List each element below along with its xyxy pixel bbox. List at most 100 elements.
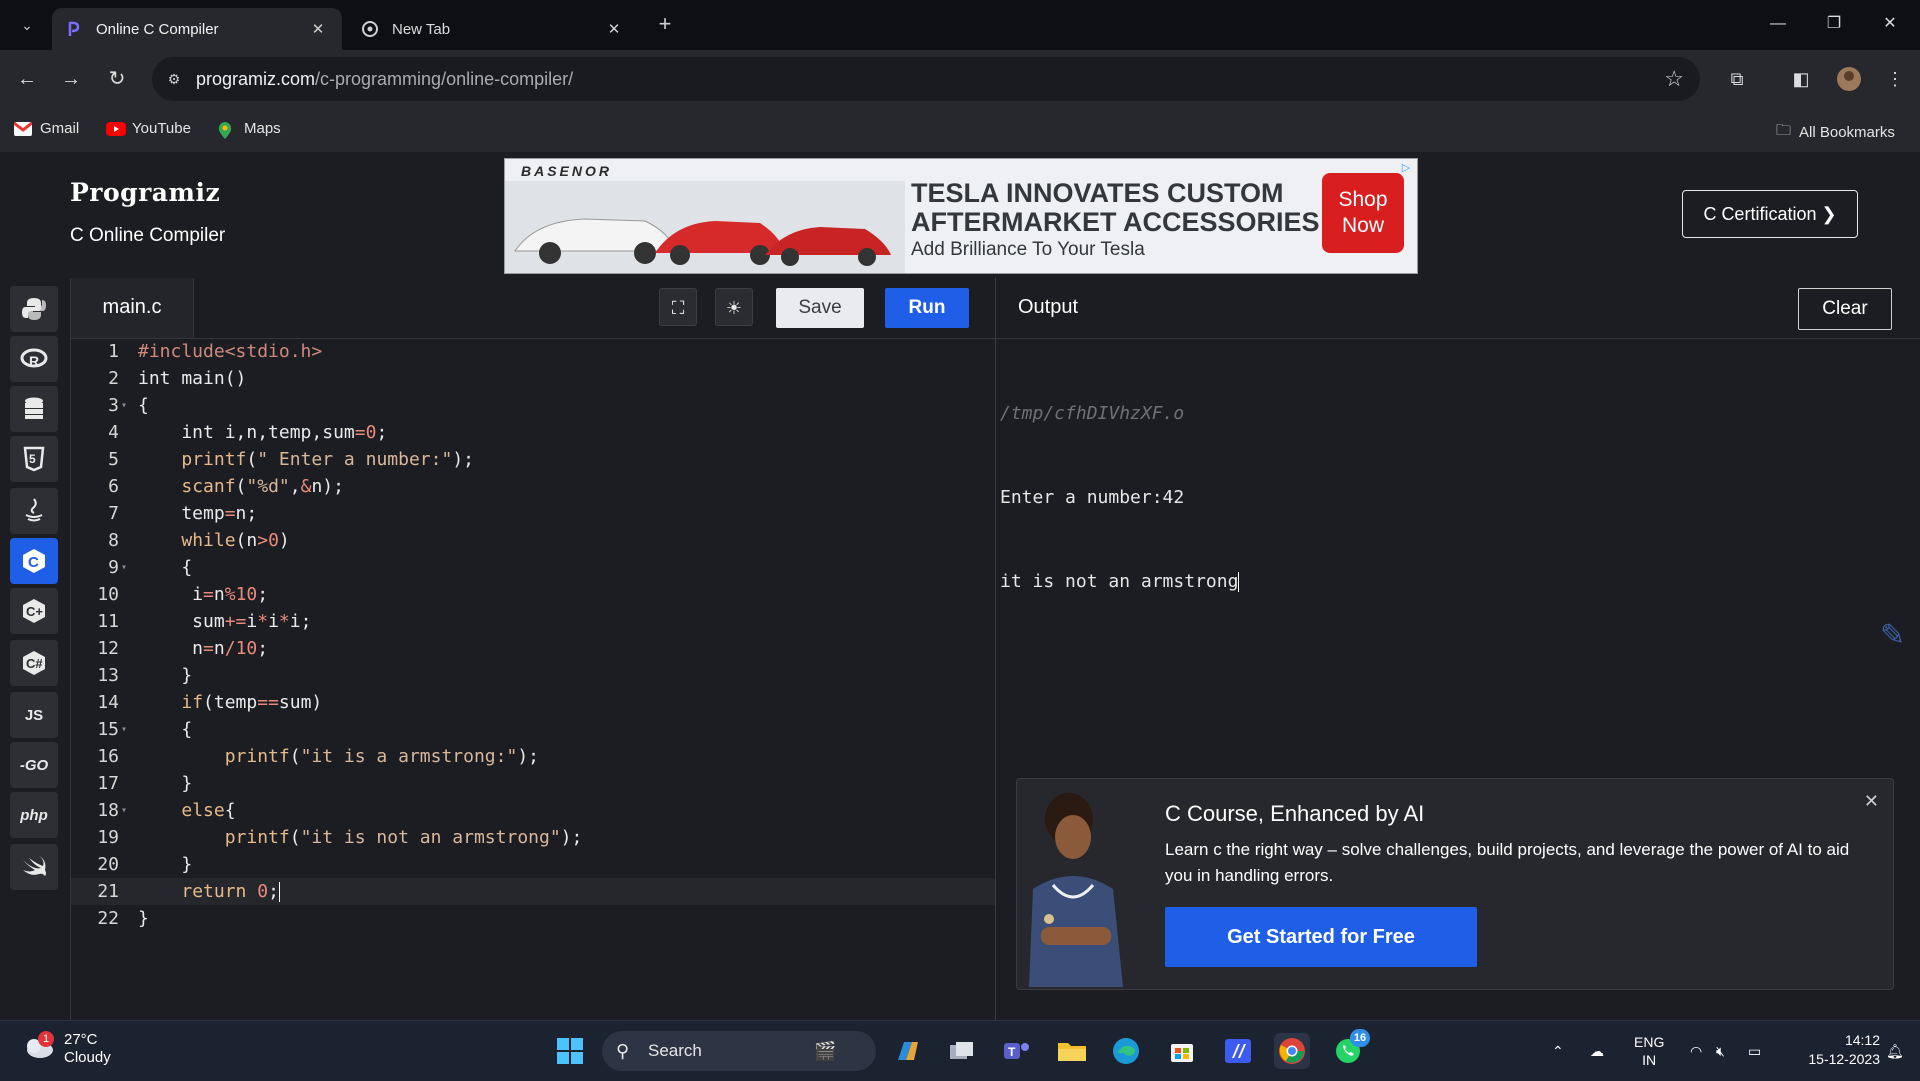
- javascript-icon[interactable]: JS: [10, 692, 58, 738]
- bookmark-maps[interactable]: Maps: [218, 120, 281, 139]
- code-line: 15 ▾ {: [97, 719, 193, 740]
- pencil-icon[interactable]: ✎: [1880, 618, 1910, 658]
- maps-pin-icon: [218, 121, 236, 139]
- code-area[interactable]: 1 #include<stdio.h> 2 int main() 3 ▾{ 4 int…: [71, 338, 995, 1020]
- browser-toolbar: ← → ↻ ⚙ programiz.com/c-programming/onli…: [0, 50, 1920, 108]
- output-title: Output: [1018, 296, 1079, 318]
- bookmark-youtube[interactable]: YouTube: [106, 120, 191, 137]
- chrome-taskbar-icon[interactable]: [1274, 1033, 1310, 1069]
- php-icon[interactable]: php: [10, 792, 58, 838]
- windows-taskbar: 1 27°C Cloudy ⚲ Search 🎬 T 16 ⌃ ☁ ENG IN …: [0, 1020, 1920, 1081]
- fullscreen-icon[interactable]: ⛶: [659, 288, 697, 326]
- reload-icon[interactable]: ↻: [102, 64, 132, 94]
- file-tab-main-c[interactable]: main.c: [71, 278, 194, 338]
- ad-shop-now-button[interactable]: Shop Now: [1322, 173, 1404, 253]
- text-cursor: [278, 882, 280, 902]
- code-line: 2 int main(): [108, 368, 247, 389]
- wifi-icon[interactable]: ◠: [1690, 1021, 1702, 1081]
- output-line: Enter a number:42: [1000, 487, 1185, 508]
- svg-text:5: 5: [29, 452, 36, 466]
- browser-menu-icon[interactable]: ⋮: [1880, 64, 1910, 94]
- swift-icon[interactable]: [10, 844, 58, 890]
- output-console[interactable]: /tmp/cfhDIVhzXF.o Enter a number:42 it i…: [1000, 344, 1240, 652]
- csharp-language-icon[interactable]: C#: [10, 640, 58, 686]
- output-tmp-path: /tmp/cfhDIVhzXF.o: [1000, 403, 1185, 424]
- output-line: it is not an armstrong: [1000, 571, 1240, 592]
- run-button[interactable]: Run: [885, 288, 969, 328]
- taskbar-search[interactable]: ⚲ Search 🎬: [602, 1031, 876, 1071]
- tab-search-button[interactable]: ⌄: [14, 12, 40, 38]
- site-info-icon[interactable]: ⚙: [164, 69, 184, 89]
- teams-icon[interactable]: T: [998, 1033, 1034, 1069]
- code-line: 20 }: [97, 854, 193, 875]
- weather-cloud-icon: 1: [22, 1030, 54, 1064]
- edge-browser-icon[interactable]: [1108, 1033, 1144, 1069]
- address-bar[interactable]: ⚙ programiz.com/c-programming/online-com…: [152, 57, 1700, 101]
- microsoft-store-icon[interactable]: [1164, 1033, 1200, 1069]
- search-icon: ⚲: [616, 1041, 630, 1061]
- notifications-icon[interactable]: 🔔︎: [1886, 1021, 1904, 1081]
- side-panel-icon[interactable]: ◧: [1786, 64, 1816, 94]
- whatsapp-icon[interactable]: 16: [1330, 1029, 1370, 1069]
- minimize-icon[interactable]: —: [1750, 0, 1806, 50]
- restore-icon[interactable]: ❐: [1806, 0, 1862, 50]
- onedrive-icon[interactable]: ☁: [1590, 1021, 1604, 1081]
- tab-new-tab[interactable]: New Tab ✕: [348, 8, 638, 50]
- page-title: C Online Compiler: [70, 225, 226, 246]
- windows-start-icon[interactable]: [552, 1033, 588, 1069]
- bookmark-star-icon[interactable]: ☆: [1664, 66, 1684, 92]
- go-language-icon[interactable]: -GO: [10, 742, 58, 788]
- banner-ad[interactable]: BASENOR TESLA INNOVATES CUSTOM AFTERMARK…: [504, 158, 1418, 274]
- profile-avatar[interactable]: [1834, 64, 1864, 94]
- sql-database-icon[interactable]: [10, 386, 58, 432]
- forward-icon[interactable]: →: [56, 64, 86, 94]
- svg-text:T: T: [1008, 1045, 1016, 1059]
- all-bookmarks[interactable]: 🗀 All Bookmarks: [1776, 120, 1895, 145]
- r-language-icon[interactable]: R: [10, 336, 58, 382]
- code-line: 16 printf("it is a armstrong:");: [97, 746, 540, 767]
- c-language-icon[interactable]: C: [10, 538, 58, 584]
- code-line: 13 }: [97, 665, 193, 686]
- new-tab-button[interactable]: +: [652, 12, 678, 38]
- save-button[interactable]: Save: [776, 288, 864, 328]
- volume-muted-icon[interactable]: 🔇︎: [1716, 1021, 1725, 1081]
- gmail-icon: [13, 121, 33, 136]
- theme-toggle-sun-icon[interactable]: ☀: [715, 288, 753, 326]
- code-line: 19 printf("it is not an armstrong");: [97, 827, 583, 848]
- task-view-icon[interactable]: [944, 1033, 980, 1069]
- bookmark-label: YouTube: [132, 120, 191, 137]
- show-hidden-icons[interactable]: ⌃: [1552, 1021, 1564, 1081]
- svg-text:R: R: [29, 353, 39, 369]
- file-explorer-icon[interactable]: [1054, 1033, 1090, 1069]
- input-language[interactable]: ENG IN: [1634, 1021, 1664, 1081]
- get-started-button[interactable]: Get Started for Free: [1165, 907, 1477, 967]
- cpp-language-icon[interactable]: C+: [10, 588, 58, 634]
- clear-button[interactable]: Clear: [1798, 288, 1892, 330]
- ai-course-promo: C Course, Enhanced by AI Learn c the rig…: [1016, 778, 1894, 990]
- weather-widget[interactable]: 1 27°C Cloudy: [22, 1030, 111, 1067]
- python-icon[interactable]: [10, 286, 58, 332]
- clock[interactable]: 14:12 15-12-2023: [1780, 1031, 1880, 1069]
- copilot-icon[interactable]: [890, 1033, 926, 1069]
- html5-icon[interactable]: 5: [10, 436, 58, 482]
- back-icon[interactable]: ←: [12, 64, 42, 94]
- close-icon[interactable]: ✕: [1864, 791, 1879, 812]
- battery-icon[interactable]: ▭: [1748, 1021, 1761, 1081]
- tab-strip: ⌄ Online C Compiler ✕ New Tab ✕ + — ❐ ✕: [0, 0, 1920, 50]
- bookmark-gmail[interactable]: Gmail: [13, 120, 79, 137]
- code-line: 6 scanf("%d",&n);: [108, 476, 344, 497]
- all-bookmarks-label: All Bookmarks: [1799, 124, 1895, 141]
- close-tab-icon[interactable]: ✕: [602, 20, 626, 38]
- url-text[interactable]: programiz.com/c-programming/online-compi…: [196, 69, 573, 90]
- code-editor-app-icon[interactable]: [1220, 1033, 1256, 1069]
- close-window-icon[interactable]: ✕: [1862, 0, 1918, 50]
- promo-title: C Course, Enhanced by AI: [1165, 801, 1425, 826]
- adchoices-icon[interactable]: ▷: [1399, 161, 1413, 175]
- tab-online-c-compiler[interactable]: Online C Compiler ✕: [52, 8, 342, 50]
- java-icon[interactable]: [10, 488, 58, 534]
- c-certification-button[interactable]: C Certification ❯: [1682, 190, 1858, 238]
- promo-body: Learn c the right way – solve challenges…: [1165, 840, 1850, 885]
- programiz-logo[interactable]: Programiz: [70, 178, 220, 207]
- extensions-icon[interactable]: ⧉: [1722, 64, 1752, 94]
- close-tab-icon[interactable]: ✕: [306, 20, 330, 38]
